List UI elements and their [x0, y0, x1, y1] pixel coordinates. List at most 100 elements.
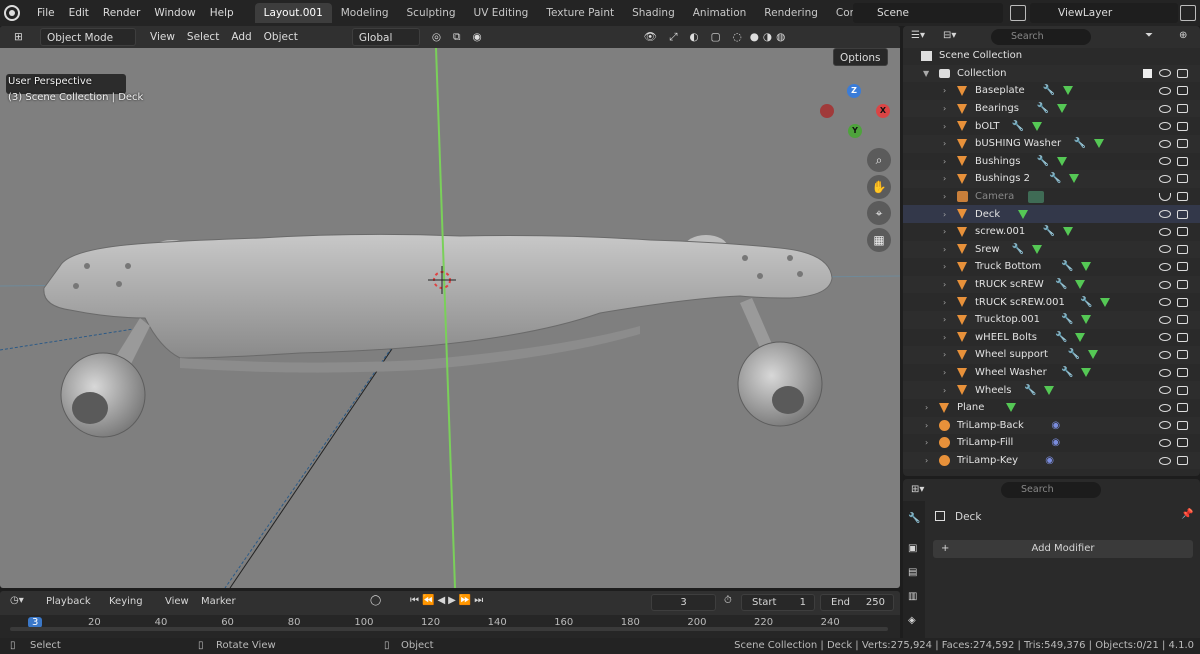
snap-icon[interactable]: ⧉ — [447, 28, 467, 46]
mesh-data-icon[interactable] — [1031, 244, 1042, 254]
modifier-wrench-icon[interactable]: 🔧 — [1049, 173, 1061, 184]
xray-icon[interactable]: ▢ — [705, 28, 727, 46]
expand-icon[interactable]: › — [943, 157, 946, 166]
light-data-icon[interactable]: ◉ — [1051, 420, 1060, 431]
expand-icon[interactable]: › — [943, 174, 946, 183]
collapse-icon[interactable]: ▼ — [923, 69, 929, 78]
outliner-editor-icon[interactable]: ☰▾ — [911, 30, 925, 41]
outliner-row[interactable]: › bOLT 🔧 — [903, 117, 1200, 135]
overlay-icon[interactable]: ◐ — [683, 28, 704, 46]
visibility-eye-icon[interactable] — [1159, 386, 1171, 395]
render-camera-icon[interactable] — [1177, 86, 1188, 96]
mesh-data-icon[interactable] — [1031, 121, 1042, 131]
remove-scene-icon[interactable] — [1010, 5, 1026, 21]
axis-x-icon[interactable]: X — [876, 104, 890, 118]
render-camera-icon[interactable] — [1177, 438, 1188, 448]
mesh-data-icon[interactable] — [1081, 262, 1092, 272]
filter-icon[interactable]: ⏷ — [1145, 30, 1153, 41]
auto-key-icon[interactable]: ◯ — [370, 595, 381, 606]
expand-icon[interactable]: › — [943, 210, 946, 219]
render-camera-icon[interactable] — [1177, 403, 1188, 413]
visibility-eye-icon[interactable] — [1159, 139, 1171, 148]
tab-layout[interactable]: Layout.001 — [254, 3, 332, 23]
pin-icon[interactable]: 📌 — [1181, 509, 1193, 520]
mesh-data-icon[interactable] — [1081, 368, 1092, 378]
render-camera-icon[interactable] — [1177, 297, 1188, 307]
modifier-wrench-icon[interactable]: 🔧 — [1012, 121, 1024, 132]
expand-icon[interactable]: › — [943, 122, 946, 131]
menu-view[interactable]: View — [144, 28, 181, 46]
visibility-eye-icon[interactable] — [1159, 315, 1171, 324]
menu-marker[interactable]: Marker — [201, 596, 236, 607]
new-view-layer-icon[interactable] — [1180, 5, 1196, 21]
modifier-wrench-icon[interactable]: 🔧 — [1043, 226, 1055, 237]
render-camera-icon[interactable] — [1177, 368, 1188, 378]
mode-selector[interactable]: Object Mode — [40, 28, 136, 46]
render-camera-icon[interactable] — [1177, 262, 1188, 272]
visibility-eye-icon[interactable] — [1159, 174, 1171, 183]
expand-icon[interactable]: › — [943, 139, 946, 148]
shading-material-icon[interactable]: ◑ — [761, 28, 774, 46]
modifier-wrench-icon[interactable]: 🔧 — [1043, 85, 1055, 96]
add-modifier-button[interactable]: + Add Modifier — [933, 540, 1193, 558]
expand-icon[interactable]: › — [943, 368, 946, 377]
outliner-row[interactable]: › Bearings 🔧 — [903, 99, 1200, 118]
visibility-eye-icon[interactable] — [1159, 298, 1171, 307]
display-mode-icon[interactable]: ⊟▾ — [943, 30, 956, 41]
menu-playback[interactable]: Playback — [46, 596, 91, 607]
modifier-wrench-icon[interactable]: 🔧 — [1037, 156, 1049, 167]
outliner-row[interactable]: › wHEEL Bolts 🔧 — [903, 329, 1200, 347]
menu-keying[interactable]: Keying — [109, 596, 143, 607]
render-camera-icon[interactable] — [1177, 456, 1188, 466]
outliner-row[interactable]: › bUSHING Washer 🔧 — [903, 135, 1200, 153]
visibility-eye-icon[interactable] — [1159, 438, 1171, 447]
outliner-row[interactable]: › tRUCK scREW.001 🔧 — [903, 293, 1200, 311]
render-camera-icon[interactable] — [1177, 315, 1188, 325]
expand-icon[interactable]: › — [943, 245, 946, 254]
playback-controls[interactable]: ⏮⏪◀▶⏩⏭ — [410, 595, 486, 606]
tab-modeling[interactable]: Modeling — [332, 3, 398, 23]
view-layer-tab-icon[interactable]: ▥ — [908, 591, 917, 602]
outliner-row[interactable]: › Plane — [903, 399, 1200, 417]
new-collection-icon[interactable]: ⊕ — [1179, 30, 1187, 41]
menu-timeline-view[interactable]: View — [165, 596, 189, 607]
editor-type-icon[interactable]: ⊞ — [8, 28, 36, 46]
menu-add[interactable]: Add — [225, 28, 257, 46]
outliner-search-input[interactable]: Search — [991, 29, 1091, 45]
mesh-data-icon[interactable] — [1069, 174, 1079, 184]
hidden-eye-icon[interactable] — [1159, 192, 1171, 201]
menu-help[interactable]: Help — [203, 0, 241, 26]
expand-icon[interactable]: › — [943, 262, 946, 271]
mesh-data-icon[interactable] — [1044, 385, 1055, 395]
modifier-wrench-icon[interactable]: 🔧 — [1080, 297, 1092, 308]
render-camera-icon[interactable] — [1177, 420, 1188, 430]
pan-hand-icon[interactable]: ✋ — [867, 175, 891, 199]
mesh-data-icon[interactable] — [1100, 297, 1110, 307]
visibility-eye-icon[interactable] — [1159, 368, 1171, 377]
visibility-eye-icon[interactable] — [1159, 280, 1171, 289]
outliner-row[interactable]: › Bushings 🔧 — [903, 153, 1200, 171]
mesh-data-icon[interactable] — [1062, 227, 1073, 237]
axis-neg-x-icon[interactable] — [820, 104, 834, 118]
timeline-scrollbar[interactable] — [10, 627, 888, 631]
options-button[interactable]: Options — [833, 48, 888, 66]
expand-icon[interactable]: › — [943, 386, 946, 395]
render-camera-icon[interactable] — [1177, 156, 1188, 166]
timeline-editor-icon[interactable]: ◷▾ — [10, 595, 24, 606]
axis-z-icon[interactable]: Z — [847, 84, 861, 98]
expand-icon[interactable]: › — [943, 86, 946, 95]
modifier-wrench-icon[interactable]: 🔧 — [1068, 349, 1080, 360]
mesh-data-icon[interactable] — [1056, 156, 1067, 166]
shading-rendered-icon[interactable]: ◍ — [774, 28, 787, 46]
modifier-wrench-icon[interactable]: 🔧 — [1061, 261, 1073, 272]
row-collection[interactable]: ▼ Collection — [903, 64, 1200, 83]
zoom-icon[interactable]: ⌕ — [867, 148, 891, 172]
render-camera-icon[interactable] — [1177, 350, 1188, 360]
camera-view-icon[interactable]: ⌖ — [867, 201, 891, 225]
outliner-row[interactable]: › TriLamp-Key ◉ — [903, 451, 1200, 470]
render-camera-icon[interactable] — [1177, 244, 1188, 254]
modifier-wrench-icon[interactable]: 🔧 — [1037, 103, 1049, 114]
pivot-point-icon[interactable]: ◎ — [426, 28, 447, 46]
viewport-canvas[interactable] — [0, 47, 900, 588]
outliner-row[interactable]: › Baseplate 🔧 — [903, 82, 1200, 100]
